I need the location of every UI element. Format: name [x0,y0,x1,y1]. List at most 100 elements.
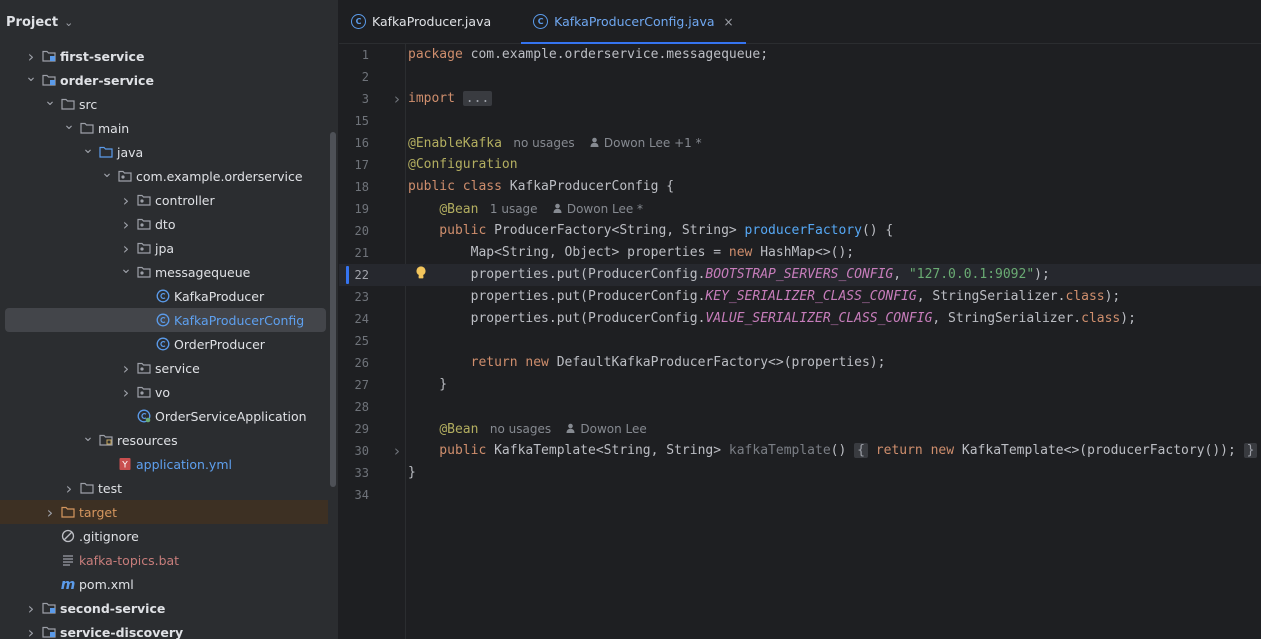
spring-class-icon [136,408,152,424]
code-line[interactable]: 30 › public KafkaTemplate<String, String>… [339,440,1261,462]
tree-item-service-discovery[interactable]: › service-discovery [0,620,328,639]
tree-item-controller[interactable]: › controller [0,188,328,212]
close-icon[interactable]: × [724,15,734,29]
class-icon: C [351,14,366,29]
code-vision-hint[interactable]: 1 usage Dowon Lee * [478,202,643,216]
code-line[interactable]: 18 public class KafkaProducerConfig { [339,176,1261,198]
vcs-change-marker[interactable] [346,266,349,284]
chevron-right-icon[interactable]: › [119,215,133,234]
folded-code-placeholder[interactable]: ... [462,91,493,106]
tree-item-pom-xml[interactable]: m pom.xml [0,572,328,596]
tree-item-com-example-orderservice[interactable]: ⌄ com.example.orderservice [0,164,328,188]
usages-hint[interactable]: no usages [502,136,590,150]
chevron-down-icon[interactable]: ⌄ [24,69,38,85]
chevron-right-icon[interactable]: › [24,47,38,66]
code-line[interactable]: 27 } [339,374,1261,396]
chevron-right-icon[interactable]: › [119,239,133,258]
code-line[interactable]: 26 return new DefaultKafkaProducerFactor… [339,352,1261,374]
usages-hint[interactable]: no usages [478,422,566,436]
tree-item-kafka-topics-bat[interactable]: kafka-topics.bat [0,548,328,572]
code-line[interactable]: 25 [339,330,1261,352]
project-view-selector[interactable]: Project ⌄ [0,0,338,44]
tree-item-src[interactable]: ⌄ src [0,92,328,116]
tree-item-label: resources [117,432,178,448]
code-token: , StringSerializer. [916,289,1066,304]
author-hint[interactable]: Dowon Lee +1 * [604,136,702,150]
chevron-right-icon[interactable]: › [62,479,76,498]
maven-icon: m [60,576,76,592]
chevron-down-icon[interactable]: ⌄ [43,93,57,109]
chevron-right-icon[interactable]: › [24,623,38,639]
tree-item-kafkaproducer[interactable]: KafkaProducer [0,284,328,308]
code-line[interactable]: 20 public ProducerFactory<String, String… [339,220,1261,242]
tree-item-orderserviceapplication[interactable]: OrderServiceApplication [0,404,328,428]
package-icon [136,192,152,208]
code-line[interactable]: 21 Map<String, Object> properties = new … [339,242,1261,264]
code-line[interactable]: 22 properties.put(ProducerConfig.BOOTSTR… [339,264,1261,286]
tree-item-label: order-service [60,72,154,88]
code-token: public [408,223,495,238]
scrollbar[interactable] [328,44,338,639]
author-hint[interactable]: Dowon Lee [580,422,646,436]
tree-item-label: messagequeue [155,264,251,280]
tab-kafka-producer-config[interactable]: C KafkaProducerConfig.java × [521,0,747,44]
code-token: kafkaTemplate [728,443,831,458]
tab-kafka-producer[interactable]: C KafkaProducer.java [339,0,503,43]
folded-code-placeholder[interactable]: } [1243,443,1258,458]
chevron-down-icon[interactable]: ⌄ [62,117,76,133]
code-vision-hint[interactable]: no usages Dowon Lee [478,422,647,436]
chevron-down-icon[interactable]: ⌄ [119,261,133,277]
chevron-down-icon[interactable]: ⌄ [81,429,95,445]
tree-item-second-service[interactable]: › second-service [0,596,328,620]
code-line[interactable]: 34 [339,484,1261,506]
tree-item-main[interactable]: ⌄ main [0,116,328,140]
code-line[interactable]: 19 @Bean 1 usage Dowon Lee * [339,198,1261,220]
tree-item-jpa[interactable]: › jpa [0,236,328,260]
chevron-right-icon[interactable]: › [43,503,57,522]
tree-item-orderproducer[interactable]: OrderProducer [0,332,328,356]
chevron-right-icon[interactable]: › [119,359,133,378]
tree-item-test[interactable]: › test [0,476,328,500]
tree-item-dto[interactable]: › dto [0,212,328,236]
tree-item-messagequeue[interactable]: ⌄ messagequeue [0,260,328,284]
code-line[interactable]: 28 [339,396,1261,418]
usages-hint[interactable]: 1 usage [478,202,552,216]
code-line[interactable]: 24 properties.put(ProducerConfig.VALUE_S… [339,308,1261,330]
folded-code-placeholder[interactable]: { [854,443,868,458]
scrollbar-thumb[interactable] [330,132,336,487]
tree-item-target[interactable]: › target [0,500,328,524]
chevron-down-icon[interactable]: ⌄ [100,165,114,181]
code-line[interactable]: 17 @Configuration [339,154,1261,176]
author-hint[interactable]: Dowon Lee * [567,202,643,216]
tree-item-order-service[interactable]: ⌄ order-service [0,68,328,92]
code-token: } [408,377,448,392]
tree-item-kafkaproducerconfig[interactable]: KafkaProducerConfig [5,308,326,332]
tree-item-java[interactable]: ⌄ java [0,140,328,164]
tree-item-application-yml[interactable]: Yapplication.yml [0,452,328,476]
tree-item-vo[interactable]: › vo [0,380,328,404]
tree-item-service[interactable]: › service [0,356,328,380]
chevron-right-icon[interactable]: › [119,191,133,210]
code-token: KafkaProducerConfig { [509,179,675,194]
chevron-right-icon[interactable]: › [24,599,38,618]
fold-expand-icon[interactable]: › [394,88,400,110]
tree-item-resources[interactable]: ⌄ resources [0,428,328,452]
chevron-down-icon[interactable]: ⌄ [81,141,95,157]
chevron-right-icon[interactable]: › [119,383,133,402]
code-line[interactable]: 2 [339,66,1261,88]
fold-expand-icon[interactable]: › [394,440,400,462]
tree-item-label: com.example.orderservice [136,168,303,184]
tree-item--gitignore[interactable]: .gitignore [0,524,328,548]
tree-item-label: KafkaProducerConfig [174,312,305,328]
code-line[interactable]: 16 @EnableKafka no usages Dowon Lee +1 * [339,132,1261,154]
tree-item-first-service[interactable]: › first-service [0,44,328,68]
code-vision-hint[interactable]: no usages Dowon Lee +1 * [502,136,702,150]
line-number: 1 [361,48,369,62]
code-editor[interactable]: 1 package com.example.orderservice.messag… [339,44,1261,639]
code-line[interactable]: 15 [339,110,1261,132]
code-line[interactable]: 33} [339,462,1261,484]
code-line[interactable]: 29 @Bean no usages Dowon Lee [339,418,1261,440]
code-line[interactable]: 1 package com.example.orderservice.messag… [339,44,1261,66]
code-line[interactable]: 3 › import ... [339,88,1261,110]
code-line[interactable]: 23 properties.put(ProducerConfig.KEY_SER… [339,286,1261,308]
